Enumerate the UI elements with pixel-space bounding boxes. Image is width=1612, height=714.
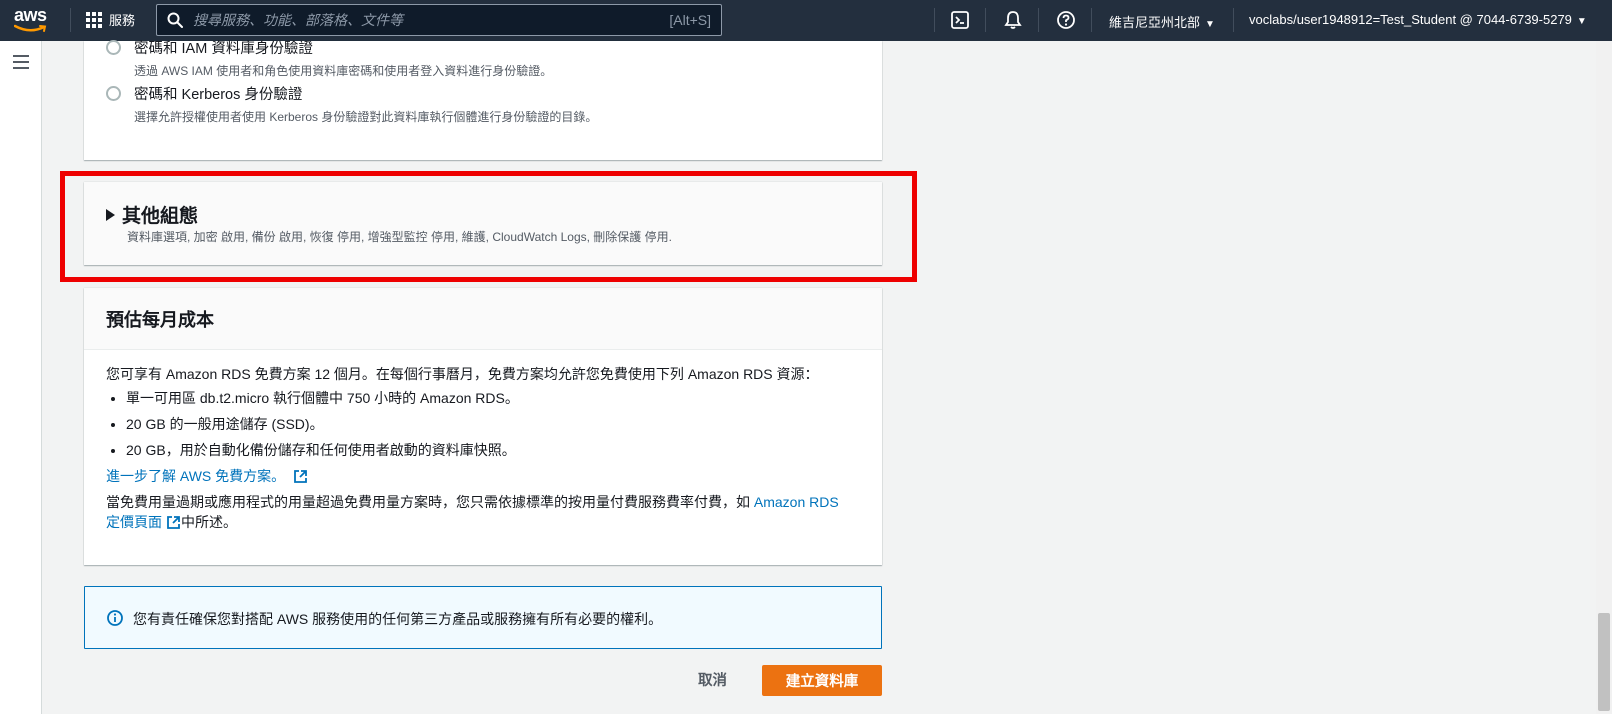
annotation-highlight-box bbox=[60, 171, 917, 282]
notifications-bell-icon[interactable] bbox=[1003, 10, 1023, 30]
search-placeholder: 搜尋服務、功能、部落格、文件等 bbox=[193, 12, 403, 28]
services-label: 服務 bbox=[109, 13, 136, 28]
aws-logo[interactable]: aws bbox=[14, 6, 54, 34]
auth-option-description: 透過 AWS IAM 使用者和角色使用資料庫密碼和使用者登入資料進行身份驗證。 bbox=[134, 64, 553, 78]
info-alert-text: 您有責任確保您對搭配 AWS 服務使用的任何第三方產品或服務擁有所有必要的權利。 bbox=[133, 611, 663, 627]
auth-option-description: 選擇允許授權使用者使用 Kerberos 身份驗證對此資料庫執行個體進行身份驗證… bbox=[134, 110, 598, 124]
cost-panel-body: 您可享有 Amazon RDS 免費方案 12 個月。在每個行事曆月，免費方案均… bbox=[106, 364, 846, 532]
external-link-icon bbox=[294, 470, 308, 483]
create-database-button[interactable]: 建立資料庫 bbox=[762, 665, 882, 696]
estimated-monthly-cost-panel: 預估每月成本 您可享有 Amazon RDS 免費方案 12 個月。在每個行事曆… bbox=[84, 288, 882, 565]
nav-divider bbox=[1233, 8, 1234, 32]
nav-divider bbox=[70, 8, 71, 32]
services-menu-button[interactable]: 服務 bbox=[86, 10, 135, 29]
auth-option-title: 密碼和 Kerberos 身份驗證 bbox=[134, 87, 303, 103]
nav-divider bbox=[1091, 8, 1092, 32]
free-tier-intro: 您可享有 Amazon RDS 免費方案 12 個月。在每個行事曆月，免費方案均… bbox=[106, 366, 819, 382]
nav-divider bbox=[985, 8, 986, 32]
database-authentication-panel: 密碼和 IAM 資料庫身份驗證 透過 AWS IAM 使用者和角色使用資料庫密碼… bbox=[84, 40, 882, 160]
cloudshell-icon[interactable] bbox=[950, 10, 970, 30]
free-tier-learn-more-link[interactable]: 進一步了解 AWS 免費方案。 bbox=[106, 468, 308, 484]
list-item: 20 GB 的一般用途儲存 (SSD)。 bbox=[126, 414, 846, 434]
nav-divider bbox=[1038, 8, 1039, 32]
apps-grid-icon bbox=[86, 11, 102, 28]
aws-logo-text: aws bbox=[14, 5, 47, 25]
info-alert: 您有責任確保您對搭配 AWS 服務使用的任何第三方產品或服務擁有所有必要的權利。 bbox=[84, 586, 882, 649]
auth-option-iam[interactable]: 密碼和 IAM 資料庫身份驗證 透過 AWS IAM 使用者和角色使用資料庫密碼… bbox=[106, 37, 552, 79]
cost-panel-title: 預估每月成本 bbox=[106, 310, 214, 330]
region-label: 維吉尼亞州北部 bbox=[1109, 15, 1201, 30]
nav-divider bbox=[934, 8, 935, 32]
info-icon bbox=[107, 610, 123, 626]
menu-hamburger-icon[interactable] bbox=[13, 55, 29, 73]
scrollbar-thumb[interactable] bbox=[1598, 613, 1610, 711]
pricing-note: 當免費用量過期或應用程式的用量超過免費用量方案時，您只需依據標準的按用量付費服務… bbox=[106, 492, 846, 532]
cost-panel-header: 預估每月成本 bbox=[84, 288, 882, 350]
top-navigation: aws 服務 搜尋服務、功能、部落格、文件等 [Alt+S] 維吉尼亞州北部 ▼… bbox=[0, 0, 1612, 41]
free-tier-list: 單一可用區 db.t2.micro 執行個體中 750 小時的 Amazon R… bbox=[126, 388, 846, 460]
pricing-note-suffix: 中所述。 bbox=[181, 514, 237, 530]
help-icon[interactable] bbox=[1056, 10, 1076, 30]
radio-button[interactable] bbox=[106, 40, 121, 55]
radio-button[interactable] bbox=[106, 86, 121, 101]
side-navigation-rail bbox=[0, 41, 42, 714]
region-selector[interactable]: 維吉尼亞州北部 ▼ bbox=[1109, 12, 1215, 31]
pricing-note-prefix: 當免費用量過期或應用程式的用量超過免費用量方案時，您只需依據標準的按用量付費服務… bbox=[106, 494, 754, 510]
auth-option-title: 密碼和 IAM 資料庫身份驗證 bbox=[134, 41, 313, 57]
auth-option-kerberos[interactable]: 密碼和 Kerberos 身份驗證 選擇允許授權使用者使用 Kerberos 身… bbox=[106, 83, 597, 125]
aws-smile-icon bbox=[14, 24, 47, 32]
learn-more-link-text: 進一步了解 AWS 免費方案。 bbox=[106, 468, 286, 484]
search-icon bbox=[167, 12, 183, 28]
account-menu[interactable]: voclabs/user1948912=Test_Student @ 7044-… bbox=[1249, 12, 1587, 27]
account-label: voclabs/user1948912=Test_Student @ 7044-… bbox=[1249, 12, 1572, 27]
chevron-down-icon: ▼ bbox=[1205, 19, 1215, 30]
search-shortcut: [Alt+S] bbox=[669, 12, 711, 28]
list-item: 20 GB，用於自動化備份儲存和任何使用者啟動的資料庫快照。 bbox=[126, 440, 846, 460]
list-item: 單一可用區 db.t2.micro 執行個體中 750 小時的 Amazon R… bbox=[126, 388, 846, 408]
cancel-button[interactable]: 取消 bbox=[698, 669, 727, 690]
search-input[interactable]: 搜尋服務、功能、部落格、文件等 [Alt+S] bbox=[156, 4, 722, 36]
external-link-icon bbox=[167, 516, 180, 529]
chevron-down-icon: ▼ bbox=[1576, 16, 1587, 27]
